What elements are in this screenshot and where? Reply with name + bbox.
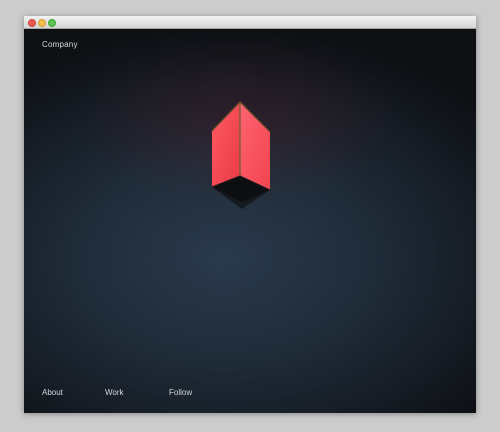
close-icon[interactable]: [28, 19, 36, 27]
nav-link-about[interactable]: About: [42, 388, 63, 397]
nav-link-follow[interactable]: Follow: [169, 388, 192, 397]
brand-link[interactable]: Company: [42, 40, 78, 49]
minimize-icon[interactable]: [38, 19, 46, 27]
nav-link-work[interactable]: Work: [105, 388, 124, 397]
window-titlebar[interactable]: [24, 16, 476, 29]
browser-window: Company About Work Follow: [24, 16, 476, 413]
red-lamp-image: [211, 101, 271, 209]
screenshot-stage: Company About Work Follow: [0, 0, 500, 432]
hero-content: Company About Work Follow: [24, 29, 476, 413]
maximize-icon[interactable]: [48, 19, 56, 27]
bottom-nav: About Work Follow: [24, 388, 476, 400]
